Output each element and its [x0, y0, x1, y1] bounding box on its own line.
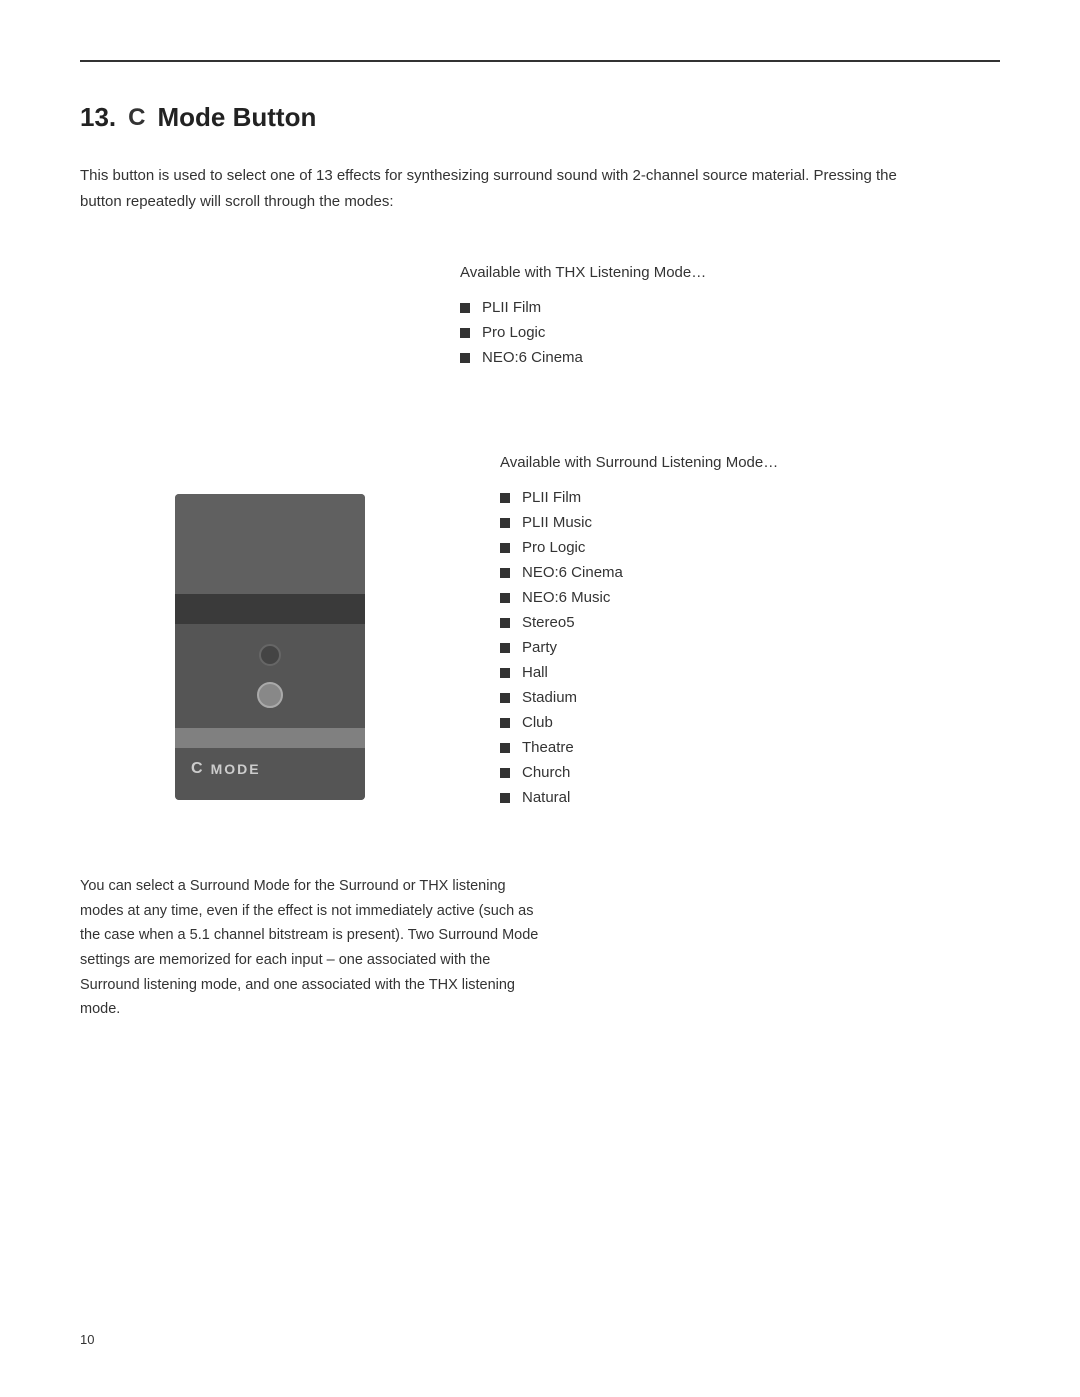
device-illustration: C MODE — [175, 494, 365, 800]
top-divider — [80, 60, 1000, 62]
surround-item-6: Stereo5 — [522, 614, 575, 631]
device-button-circle[interactable] — [257, 682, 283, 708]
surround-item-13: Natural — [522, 789, 570, 806]
bullet-icon — [500, 718, 510, 728]
bullet-icon — [500, 768, 510, 778]
surround-item-8: Hall — [522, 664, 548, 681]
thx-item-2: Pro Logic — [482, 324, 545, 341]
list-item: PLII Music — [500, 514, 778, 531]
section-header: 13. C Mode Button — [80, 102, 1000, 133]
bullet-icon — [500, 668, 510, 678]
thx-item-3: NEO:6 Cinema — [482, 349, 583, 366]
bullet-icon — [500, 743, 510, 753]
bullet-icon — [500, 493, 510, 503]
device-body — [175, 624, 365, 728]
device-indicator-dot — [259, 644, 281, 666]
list-item: Pro Logic — [500, 539, 778, 556]
surround-mode-list: PLII Film PLII Music Pro Logic NEO:6 Cin… — [500, 489, 778, 806]
device-container: C MODE — [80, 494, 460, 800]
list-item: Natural — [500, 789, 778, 806]
footer-text: You can select a Surround Mode for the S… — [80, 874, 540, 1022]
surround-item-7: Party — [522, 639, 557, 656]
bullet-icon — [460, 303, 470, 313]
mode-icon: C — [128, 104, 145, 132]
page-number: 10 — [80, 1332, 94, 1347]
bullet-icon — [500, 643, 510, 653]
list-item: PLII Film — [500, 489, 778, 506]
device-label-area: C MODE — [175, 748, 365, 790]
surround-item-11: Theatre — [522, 739, 574, 756]
surround-item-3: Pro Logic — [522, 539, 585, 556]
device-dark-bar — [175, 594, 365, 624]
bullet-icon — [460, 328, 470, 338]
surround-item-2: PLII Music — [522, 514, 592, 531]
device-mode-label: MODE — [211, 761, 261, 777]
device-bottom-rounded — [175, 790, 365, 800]
surround-item-10: Club — [522, 714, 553, 731]
bullet-icon — [460, 353, 470, 363]
list-item: NEO:6 Music — [500, 589, 778, 606]
surround-section: Available with Surround Listening Mode… … — [500, 454, 778, 814]
device-top-section — [175, 494, 365, 594]
main-content-area: C MODE Available with Surround Listening… — [80, 454, 1000, 834]
section-title: Mode Button — [158, 102, 317, 133]
surround-item-9: Stadium — [522, 689, 577, 706]
list-item: PLII Film — [460, 299, 706, 316]
thx-mode-list: PLII Film Pro Logic NEO:6 Cinema — [460, 299, 706, 366]
section-number: 13. — [80, 102, 116, 133]
thx-mode-title: Available with THX Listening Mode… — [460, 264, 706, 281]
surround-item-5: NEO:6 Music — [522, 589, 610, 606]
device-bottom-bar — [175, 728, 365, 748]
list-item: NEO:6 Cinema — [460, 349, 706, 366]
bullet-icon — [500, 568, 510, 578]
device-illustration-area: C MODE — [80, 454, 460, 834]
bullet-icon — [500, 618, 510, 628]
bullet-icon — [500, 793, 510, 803]
intro-text: This button is used to select one of 13 … — [80, 163, 900, 214]
list-item: NEO:6 Cinema — [500, 564, 778, 581]
bullet-icon — [500, 593, 510, 603]
surround-item-12: Church — [522, 764, 570, 781]
surround-mode-title: Available with Surround Listening Mode… — [500, 454, 778, 471]
surround-item-1: PLII Film — [522, 489, 581, 506]
list-item: Theatre — [500, 739, 778, 756]
thx-section: Available with THX Listening Mode… PLII … — [460, 264, 706, 374]
list-item: Stereo5 — [500, 614, 778, 631]
surround-item-4: NEO:6 Cinema — [522, 564, 623, 581]
list-item: Party — [500, 639, 778, 656]
list-item: Club — [500, 714, 778, 731]
bullet-icon — [500, 543, 510, 553]
list-item: Pro Logic — [460, 324, 706, 341]
list-item: Church — [500, 764, 778, 781]
list-item: Stadium — [500, 689, 778, 706]
bullet-icon — [500, 693, 510, 703]
thx-item-1: PLII Film — [482, 299, 541, 316]
bullet-icon — [500, 518, 510, 528]
device-mode-icon: C — [191, 760, 203, 778]
list-item: Hall — [500, 664, 778, 681]
